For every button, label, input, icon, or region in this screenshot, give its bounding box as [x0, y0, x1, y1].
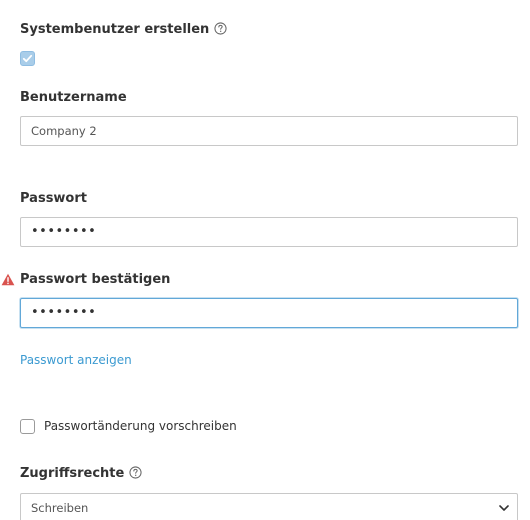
- help-circle-icon[interactable]: [129, 466, 142, 479]
- help-circle-icon[interactable]: [214, 22, 227, 35]
- require-password-change-label[interactable]: Passwortänderung vorschreiben: [44, 419, 237, 433]
- warning-triangle-icon: [1, 273, 15, 286]
- show-password-link[interactable]: Passwort anzeigen: [20, 353, 132, 367]
- chevron-down-icon: [499, 505, 509, 511]
- require-password-change-checkbox[interactable]: [20, 419, 35, 434]
- system-user-label: Systembenutzer erstellen: [20, 22, 210, 37]
- access-rights-select[interactable]: Schreiben: [20, 493, 518, 520]
- access-rights-selected-value: Schreiben: [31, 501, 89, 515]
- checkmark-icon: [22, 54, 33, 63]
- password-label: Passwort: [20, 191, 87, 206]
- access-rights-heading: Zugriffsrechte: [20, 466, 142, 482]
- username-label: Benutzername: [20, 90, 127, 105]
- password-input[interactable]: ••••••••: [20, 217, 518, 247]
- username-input[interactable]: Company 2: [20, 116, 518, 146]
- password-confirm-label: Passwort bestätigen: [20, 272, 171, 287]
- system-user-heading: Systembenutzer erstellen: [20, 22, 227, 38]
- access-rights-label: Zugriffsrechte: [20, 466, 125, 481]
- password-confirm-input[interactable]: ••••••••: [20, 298, 518, 328]
- create-user-form: Systembenutzer erstellen Benutzername Co…: [0, 0, 530, 520]
- system-user-checkbox[interactable]: [20, 51, 35, 66]
